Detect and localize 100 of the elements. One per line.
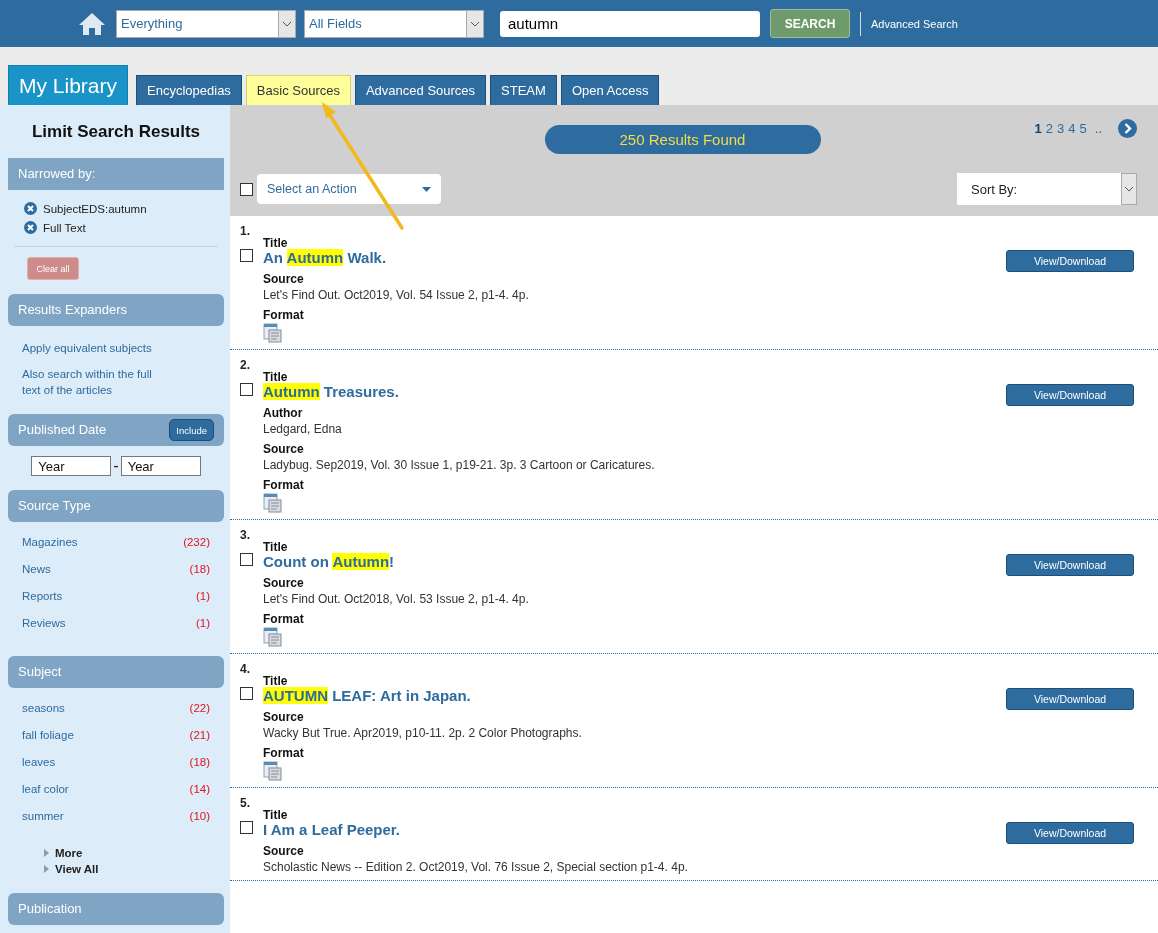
result-title-link[interactable]: Count on Autumn! xyxy=(263,553,996,570)
document-icon xyxy=(263,323,283,343)
facet-link[interactable]: fall foliage xyxy=(22,729,74,746)
facet-link[interactable]: leaves xyxy=(22,756,56,773)
field-label: Format xyxy=(263,308,305,322)
facet-count: (1) xyxy=(195,590,210,604)
results-count: 250 Results Found xyxy=(544,124,821,154)
result-checkbox[interactable] xyxy=(240,383,253,396)
sort-dropdown[interactable]: Sort By: xyxy=(957,173,1137,205)
remove-icon[interactable] xyxy=(24,202,37,215)
field-label: Source xyxy=(263,272,305,286)
result-checkbox[interactable] xyxy=(240,249,253,262)
tab[interactable]: Basic Sources xyxy=(245,75,351,105)
advanced-search-link[interactable]: Advanced Search xyxy=(871,17,958,30)
field-value: Ladybug. Sep2019, Vol. 30 Issue 1, p19-21. 3p. 3 Cartoon or Caricatures. xyxy=(263,458,656,472)
facet-link[interactable]: seasons xyxy=(22,702,65,719)
year-field[interactable]: Year xyxy=(31,456,112,476)
caret-icon xyxy=(422,186,431,192)
result-checkbox[interactable] xyxy=(240,553,253,566)
search-button[interactable]: SEARCH xyxy=(770,9,850,38)
result-checkbox[interactable] xyxy=(240,821,253,834)
result-checkbox[interactable] xyxy=(240,687,253,700)
field-label: Title xyxy=(263,236,289,250)
result-title-link[interactable]: I Am a Leaf Peeper. xyxy=(263,821,996,838)
range-separator: - xyxy=(113,457,119,475)
field-label: Format xyxy=(263,746,305,760)
section-header: Subject xyxy=(8,656,224,688)
expander-link[interactable]: Also search within the full text of the articles xyxy=(22,366,162,398)
field-value: Let's Find Out. Oct2018, Vol. 53 Issue 2, p1-4. 4p. xyxy=(263,592,530,606)
include-button[interactable]: Include xyxy=(169,419,214,441)
facet-count: (14) xyxy=(189,783,210,797)
facet-count: (18) xyxy=(189,756,210,770)
action-dropdown[interactable]: Select an Action xyxy=(257,174,441,204)
remove-icon[interactable] xyxy=(24,221,37,234)
field-label: Author xyxy=(263,406,304,420)
facet-link[interactable]: Reviews xyxy=(22,617,66,634)
page-link[interactable]: 1 xyxy=(1034,121,1042,136)
section-header: Results Expanders xyxy=(8,294,224,326)
facet-count: (18) xyxy=(189,563,210,577)
select-all-checkbox[interactable] xyxy=(240,182,253,196)
tab[interactable]: Encyclopedias xyxy=(136,75,242,105)
field-label: Source xyxy=(263,844,305,858)
facet-count: (1) xyxy=(195,617,210,631)
facet-count: (21) xyxy=(189,729,210,743)
next-page-icon[interactable] xyxy=(1118,119,1137,138)
field-value: Let's Find Out. Oct2019, Vol. 54 Issue 2, p1-4. 4p. xyxy=(263,288,530,302)
home-icon[interactable] xyxy=(78,11,106,36)
library-tab[interactable]: My Library xyxy=(8,65,129,105)
field-label: Title xyxy=(263,808,289,822)
page-link[interactable]: 4 xyxy=(1068,121,1076,136)
more-link[interactable]: View All xyxy=(55,863,99,875)
result-number: 5. xyxy=(240,796,251,808)
field-value: Ledgard, Edna xyxy=(263,422,343,436)
search-field[interactable]: autumn xyxy=(500,10,760,37)
page-link[interactable]: 3 xyxy=(1057,121,1065,136)
scope-dropdown[interactable]: Everything xyxy=(116,9,296,38)
page-ellipsis: .. xyxy=(1094,121,1102,136)
tab[interactable]: Open Access xyxy=(560,75,660,105)
view-download-button[interactable]: View/Download xyxy=(1006,554,1134,576)
section-header: Publication xyxy=(8,893,224,925)
facet-count: (10) xyxy=(189,810,210,824)
field-label: Format xyxy=(263,612,305,626)
document-icon xyxy=(263,761,283,781)
view-download-button[interactable]: View/Download xyxy=(1006,688,1134,710)
facet-link[interactable]: Magazines xyxy=(22,536,78,553)
filter-label: SubjectEDS:autumn xyxy=(43,202,147,215)
expander-link[interactable]: Apply equivalent subjects xyxy=(22,340,162,356)
facet-link[interactable]: summer xyxy=(22,810,64,827)
section-header: Source Type xyxy=(8,490,224,522)
facet-count: (232) xyxy=(183,536,210,550)
result-number: 4. xyxy=(240,662,251,674)
view-download-button[interactable]: View/Download xyxy=(1006,250,1134,272)
more-link[interactable]: More xyxy=(55,847,83,859)
tab[interactable]: STEAM xyxy=(490,75,557,105)
section-title: Published Date xyxy=(18,421,107,439)
field-label: Title xyxy=(263,540,289,554)
caret-icon xyxy=(470,20,480,27)
document-icon xyxy=(263,627,283,647)
year-field[interactable]: Year xyxy=(120,456,201,476)
result-number: 2. xyxy=(240,358,251,370)
result-number: 3. xyxy=(240,528,251,540)
field-label: Title xyxy=(263,370,289,384)
facet-link[interactable]: Reports xyxy=(22,590,63,607)
page-link[interactable]: 2 xyxy=(1045,121,1054,136)
result-title-link[interactable]: Autumn Treasures. xyxy=(263,383,996,400)
sidebar-title: Limit Search Results xyxy=(30,121,202,143)
caret-icon xyxy=(282,20,292,27)
field-label: Source xyxy=(263,710,305,724)
field-label: Source xyxy=(263,442,305,456)
facet-link[interactable]: News xyxy=(22,563,51,580)
facet-link[interactable]: leaf color xyxy=(22,783,69,800)
field-label: Title xyxy=(263,674,289,688)
result-title-link[interactable]: An Autumn Walk. xyxy=(263,249,996,266)
result-title-link[interactable]: AUTUMN LEAF: Art in Japan. xyxy=(263,687,996,704)
view-download-button[interactable]: View/Download xyxy=(1006,822,1134,844)
field-dropdown[interactable]: All Fields xyxy=(304,9,484,38)
field-label: Source xyxy=(263,576,305,590)
page-link[interactable]: 5 xyxy=(1079,121,1087,136)
view-download-button[interactable]: View/Download xyxy=(1006,384,1134,406)
tab[interactable]: Advanced Sources xyxy=(354,75,487,105)
